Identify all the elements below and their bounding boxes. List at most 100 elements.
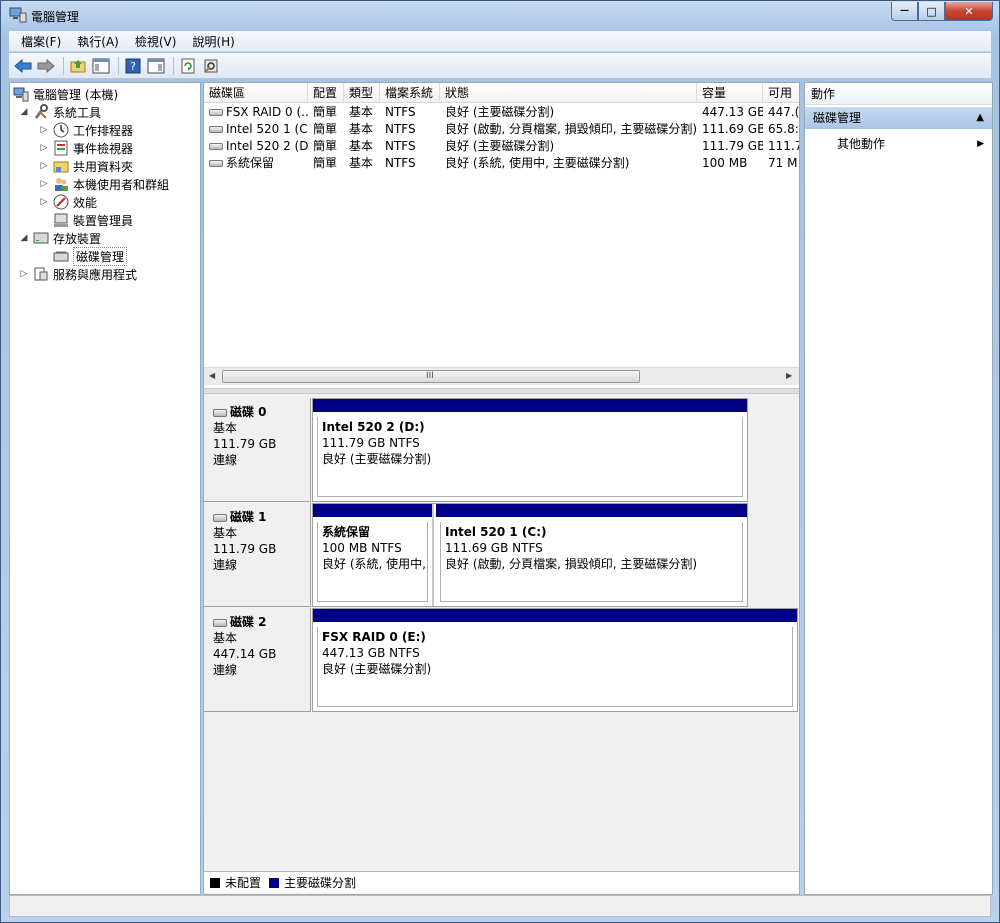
disk-2-label[interactable]: 磁碟 2 基本 447.14 GB 連線 [204, 608, 311, 712]
scroll-right-icon[interactable]: ▶ [786, 371, 792, 380]
scrollbar-thumb[interactable]: III [222, 370, 640, 383]
disk-status: 連線 [213, 558, 238, 572]
pane-splitter[interactable] [204, 388, 799, 394]
scroll-grip-icon: III [426, 371, 434, 381]
tree-item-task-scheduler[interactable]: ▷ 工作排程器 [38, 121, 133, 139]
help-button[interactable]: ? [123, 56, 143, 76]
tree-item-disk-management[interactable]: 磁碟管理 [53, 246, 128, 266]
toolbar-separator [173, 56, 174, 75]
disk-0-partition-map: Intel 520 2 (D:) 111.79 GB NTFS 良好 (主要磁碟… [312, 398, 748, 502]
cell-status: 良好 (主要磁碟分割) [445, 139, 555, 153]
tree-item-shared-folders[interactable]: ▷ 共用資料夾 [38, 157, 133, 175]
partition-system-reserved[interactable]: 系統保留 100 MB NTFS 良好 (系統, 使用中, 主 [313, 504, 434, 606]
actions-section-disk-management[interactable]: 磁碟管理 ▲ [805, 107, 992, 129]
tree-item-services[interactable]: ▷ 服務與應用程式 [18, 265, 137, 283]
disk-0-label[interactable]: 磁碟 0 基本 111.79 GB 連線 [204, 398, 311, 502]
minimize-button[interactable]: — [891, 2, 918, 21]
tree-item-local-users[interactable]: ▷ 本機使用者和群組 [38, 175, 169, 193]
disk-status: 連線 [213, 663, 238, 677]
clock-icon [53, 122, 69, 138]
collapsed-triangle-icon[interactable]: ▷ [38, 142, 50, 154]
primary-partition-swatch [269, 877, 280, 888]
column-header-filesystem[interactable]: 檔案系統 [380, 83, 440, 103]
column-header-type[interactable]: 類型 [344, 83, 380, 103]
tree-item-event-viewer[interactable]: ▷ 事件檢視器 [38, 139, 133, 157]
computer-management-icon [13, 86, 29, 102]
partition-intel-520-2[interactable]: Intel 520 2 (D:) 111.79 GB NTFS 良好 (主要磁碟… [313, 399, 747, 501]
scroll-left-icon[interactable]: ◀ [209, 371, 215, 380]
tree-item-computer-management[interactable]: 電腦管理 (本機) [13, 85, 118, 103]
refresh-icon [181, 58, 195, 73]
drive-icon [209, 126, 223, 133]
cell-layout: 簡單 [313, 105, 338, 119]
disk-1-partition-map: 系統保留 100 MB NTFS 良好 (系統, 使用中, 主 Intel 52… [312, 503, 748, 607]
cell-layout: 簡單 [313, 139, 338, 153]
column-header-free-space[interactable]: 可用 [763, 83, 799, 103]
volume-list-header: 磁碟區 配置 類型 檔案系統 狀態 容量 可用 [204, 83, 799, 103]
back-button[interactable] [13, 56, 33, 76]
menu-file[interactable]: 檔案(F) [13, 33, 69, 50]
legend-primary: 主要磁碟分割 [284, 876, 357, 890]
cell-status: 良好 (系統, 使用中, 主要磁碟分割) [445, 156, 630, 170]
tree-item-system-tools[interactable]: ◢ 系統工具 [18, 103, 101, 121]
up-one-level-button[interactable] [68, 56, 88, 76]
up-folder-icon [70, 59, 86, 72]
partition-fsx-raid-0[interactable]: FSX RAID 0 (E:) 447.13 GB NTFS 良好 (主要磁碟分… [313, 609, 797, 711]
collapsed-triangle-icon[interactable]: ▷ [38, 124, 50, 136]
actions-header: 動作 [805, 83, 992, 105]
column-header-capacity[interactable]: 容量 [697, 83, 763, 103]
collapsed-triangle-icon[interactable]: ▷ [18, 268, 30, 280]
cell-capacity: 447.13 GB [702, 105, 763, 119]
tree-label: 本機使用者和群組 [73, 177, 170, 192]
tree-item-device-manager[interactable]: 裝置管理員 [53, 211, 133, 229]
title-bar[interactable]: 電腦管理 — □ ✕ [1, 1, 999, 31]
users-icon [53, 176, 69, 192]
disk-type: 基本 [213, 421, 238, 435]
tree-item-performance[interactable]: ▷ 效能 [38, 193, 97, 211]
collapse-up-icon[interactable]: ▲ [976, 107, 984, 129]
collapsed-triangle-icon[interactable]: ▷ [38, 196, 50, 208]
forward-button[interactable] [36, 56, 56, 76]
collapsed-triangle-icon[interactable]: ▷ [38, 178, 50, 190]
column-header-layout[interactable]: 配置 [308, 83, 344, 103]
column-header-volume[interactable]: 磁碟區 [204, 83, 308, 103]
properties-button[interactable] [146, 56, 166, 76]
maximize-button[interactable]: □ [918, 2, 945, 21]
partition-info: Intel 520 1 (C:) 111.69 GB NTFS 良好 (啟動, … [440, 522, 743, 602]
cell-volume: 系統保留 [204, 155, 308, 172]
tree-label: 工作排程器 [73, 123, 134, 138]
disk-type: 基本 [213, 526, 238, 540]
disk-management-pane: 磁碟區 配置 類型 檔案系統 狀態 容量 可用 FSX RAID 0 (... … [203, 82, 800, 895]
tree-label: 磁碟管理 [73, 246, 128, 266]
partition-intel-520-1[interactable]: Intel 520 1 (C:) 111.69 GB NTFS 良好 (啟動, … [436, 504, 747, 606]
tree-label: 事件檢視器 [73, 141, 134, 156]
submenu-arrow-icon: ▶ [977, 139, 984, 149]
table-row[interactable]: Intel 520 2 (D:) 簡單 基本 NTFS 良好 (主要磁碟分割) … [204, 138, 799, 155]
tree-label: 存放裝置 [53, 231, 102, 246]
menu-view[interactable]: 檢視(V) [127, 33, 185, 50]
settings-button[interactable] [201, 56, 221, 76]
back-arrow-icon [14, 58, 32, 73]
tree-item-storage[interactable]: ◢ 存放裝置 [18, 229, 101, 247]
disk-size: 447.14 GB [213, 647, 277, 661]
table-row[interactable]: 系統保留 簡單 基本 NTFS 良好 (系統, 使用中, 主要磁碟分割) 100… [204, 155, 799, 172]
show-hide-tree-button[interactable] [91, 56, 111, 76]
minimize-icon: — [900, 6, 909, 16]
close-button[interactable]: ✕ [945, 2, 993, 21]
column-header-status[interactable]: 狀態 [440, 83, 697, 103]
horizontal-scrollbar[interactable]: ◀ III ▶ [204, 367, 799, 385]
expanded-triangle-icon[interactable]: ◢ [18, 232, 30, 244]
table-row[interactable]: Intel 520 1 (C:) 簡單 基本 NTFS 良好 (啟動, 分頁檔案… [204, 121, 799, 138]
help-icon: ? [125, 58, 141, 73]
performance-icon [53, 194, 69, 210]
collapsed-triangle-icon[interactable]: ▷ [38, 160, 50, 172]
disk-size: 111.79 GB [213, 542, 277, 556]
table-row[interactable]: FSX RAID 0 (... 簡單 基本 NTFS 良好 (主要磁碟分割) 4… [204, 104, 799, 121]
expanded-triangle-icon[interactable]: ◢ [18, 106, 30, 118]
menu-action[interactable]: 執行(A) [69, 33, 127, 50]
disk-1-label[interactable]: 磁碟 1 基本 111.79 GB 連線 [204, 503, 311, 607]
refresh-button[interactable] [178, 56, 198, 76]
menu-help[interactable]: 說明(H) [184, 33, 242, 50]
more-actions-item[interactable]: 其他動作 ▶ [837, 135, 984, 153]
volume-list[interactable]: 磁碟區 配置 類型 檔案系統 狀態 容量 可用 FSX RAID 0 (... … [204, 83, 799, 388]
